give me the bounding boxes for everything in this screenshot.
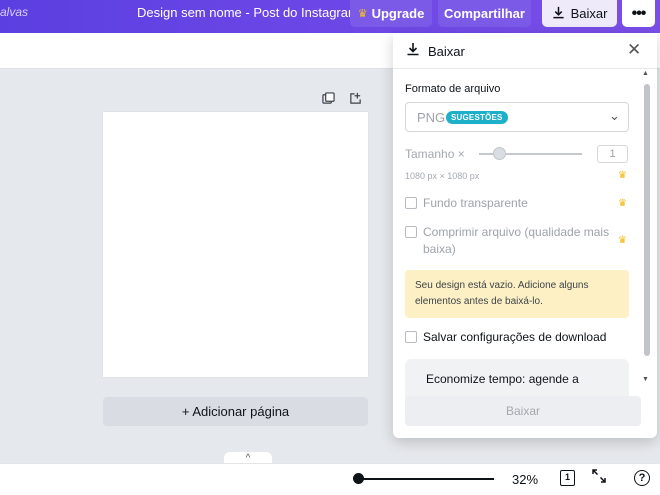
size-input[interactable]: 1 [597,145,628,163]
crown-icon: ♛ [618,170,627,181]
file-format-label: Formato de arquivo [405,83,501,95]
help-icon[interactable]: ? [634,470,650,486]
zoom-slider[interactable] [358,478,494,480]
download-panel: Baixar ✕ Formato de arquivo PNG SUGESTÕE… [393,33,657,438]
top-bar: alvas Design sem nome - Post do Instagra… [0,0,660,33]
save-settings-label: Salvar configurações de download [423,330,607,344]
upgrade-button[interactable]: ♛ Upgrade [350,0,432,27]
suggestions-badge: SUGESTÕES [446,111,508,124]
save-settings-checkbox[interactable] [405,331,417,343]
chevron-down-icon: ⌄ [609,108,620,123]
compress-file-checkbox[interactable] [405,226,417,238]
panel-download-button[interactable]: Baixar [405,396,641,426]
design-page[interactable] [103,112,368,377]
crown-icon: ♛ [618,198,627,209]
upgrade-label: Upgrade [371,6,425,21]
size-slider-knob[interactable] [493,147,506,160]
transparent-background-checkbox[interactable] [405,197,417,209]
saved-status: alvas [0,5,29,19]
dimensions-text: 1080 px × 1080 px [405,171,480,181]
scroll-down-icon[interactable]: ▼ [642,376,649,383]
compress-file-label: Comprimir arquivo (qualidade mais baixa) [423,225,610,256]
zoom-value[interactable]: 32% [512,472,538,487]
duplicate-page-icon[interactable] [322,92,335,108]
file-format-value: PNG [417,110,446,125]
panel-header: Baixar ✕ [393,33,657,69]
download-icon [406,42,420,60]
size-label: Tamanho × [405,147,465,161]
download-button[interactable]: Baixar [542,0,617,27]
close-icon[interactable]: ✕ [627,40,641,60]
download-icon [552,6,565,22]
crown-icon: ♛ [618,235,627,246]
page-count-icon[interactable]: 1 [560,470,575,486]
download-label: Baixar [570,6,608,21]
zoom-slider-knob[interactable] [353,473,364,484]
fullscreen-icon[interactable] [592,469,606,487]
scrollbar-thumb[interactable] [644,84,650,356]
document-title[interactable]: Design sem nome - Post do Instagram [137,5,359,20]
more-options-button[interactable]: ••• [622,0,655,27]
panel-scrollbar[interactable]: ▲ ▼ [642,70,652,384]
schedule-promo-card[interactable]: Economize tempo: agende a [405,359,629,399]
add-page-icon[interactable] [349,92,362,108]
panel-title: Baixar [428,44,465,59]
promo-text: Economize tempo: agende a [426,372,579,386]
add-page-button[interactable]: + Adicionar página [103,397,368,426]
crown-icon: ♛ [357,8,368,20]
share-button[interactable]: Compartilhar [438,0,531,27]
file-format-select[interactable]: PNG SUGESTÕES ⌄ [405,102,629,132]
transparent-background-label: Fundo transparente [423,196,528,210]
page-actions [322,92,362,108]
scroll-up-icon[interactable]: ▲ [642,70,649,77]
empty-design-warning: Seu design está vazio. Adicione alguns e… [405,270,629,318]
